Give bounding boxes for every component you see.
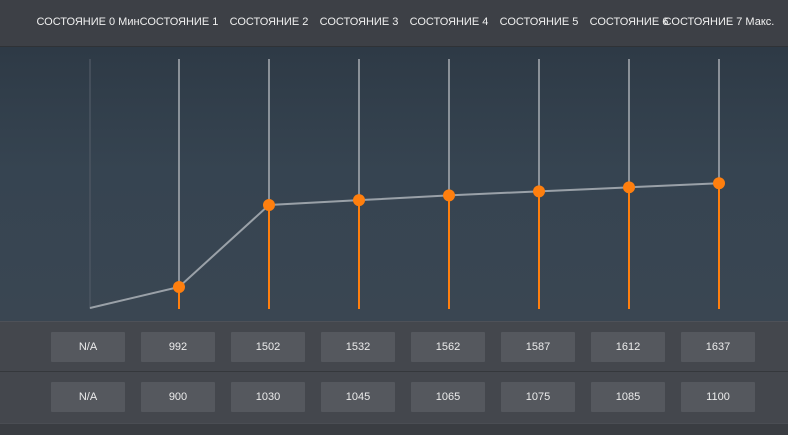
value1-cell-6[interactable]: 1612: [591, 332, 665, 362]
values-row-2: N/A 900 1030 1045 1065 1075 1085 1100: [0, 371, 788, 423]
value2-cell-4[interactable]: 1065: [411, 382, 485, 412]
value1-cell-2[interactable]: 1502: [231, 332, 305, 362]
value1-cell-5[interactable]: 1587: [501, 332, 575, 362]
value2-cell-3[interactable]: 1045: [321, 382, 395, 412]
values-row-1: N/A 992 1502 1532 1562 1587 1612 1637: [0, 321, 788, 371]
state-handle-2[interactable]: [263, 199, 275, 211]
state-handle-6[interactable]: [623, 181, 635, 194]
state-label-6: СОСТОЯНИЕ 6: [589, 16, 669, 28]
state-label-1: СОСТОЯНИЕ 1: [139, 16, 219, 28]
value2-cell-2[interactable]: 1030: [231, 382, 305, 412]
value2-cell-7[interactable]: 1100: [681, 382, 755, 412]
state-label-7: СОСТОЯНИЕ 7 Макс.: [663, 16, 775, 28]
bottom-strip: [0, 423, 788, 435]
value1-cell-3[interactable]: 1532: [321, 332, 395, 362]
value2-cell-6[interactable]: 1085: [591, 382, 665, 412]
value2-cell-5[interactable]: 1075: [501, 382, 575, 412]
state-curve-graph: [0, 47, 788, 321]
state-label-3: СОСТОЯНИЕ 3: [319, 16, 399, 28]
value2-cell-1[interactable]: 900: [141, 382, 215, 412]
state-handle-7[interactable]: [713, 177, 725, 190]
state-curve-svg: [89, 59, 725, 309]
states-header: СОСТОЯНИЕ 0 Мин СОСТОЯНИЕ 1 СОСТОЯНИЕ 2 …: [0, 0, 788, 47]
state-handle-5[interactable]: [533, 185, 545, 198]
state-label-4: СОСТОЯНИЕ 4: [409, 16, 489, 28]
state-label-2: СОСТОЯНИЕ 2: [229, 16, 309, 28]
state-label-5: СОСТОЯНИЕ 5: [499, 16, 579, 28]
value1-cell-4[interactable]: 1562: [411, 332, 485, 362]
value1-cell-1[interactable]: 992: [141, 332, 215, 362]
value2-cell-0[interactable]: N/A: [51, 382, 125, 412]
value1-cell-0[interactable]: N/A: [51, 332, 125, 362]
state-handle-1[interactable]: [173, 281, 185, 293]
state-label-0: СОСТОЯНИЕ 0 Мин: [36, 16, 140, 28]
state-handle-3[interactable]: [353, 194, 365, 207]
value1-cell-7[interactable]: 1637: [681, 332, 755, 362]
state-handle-4[interactable]: [443, 189, 455, 202]
